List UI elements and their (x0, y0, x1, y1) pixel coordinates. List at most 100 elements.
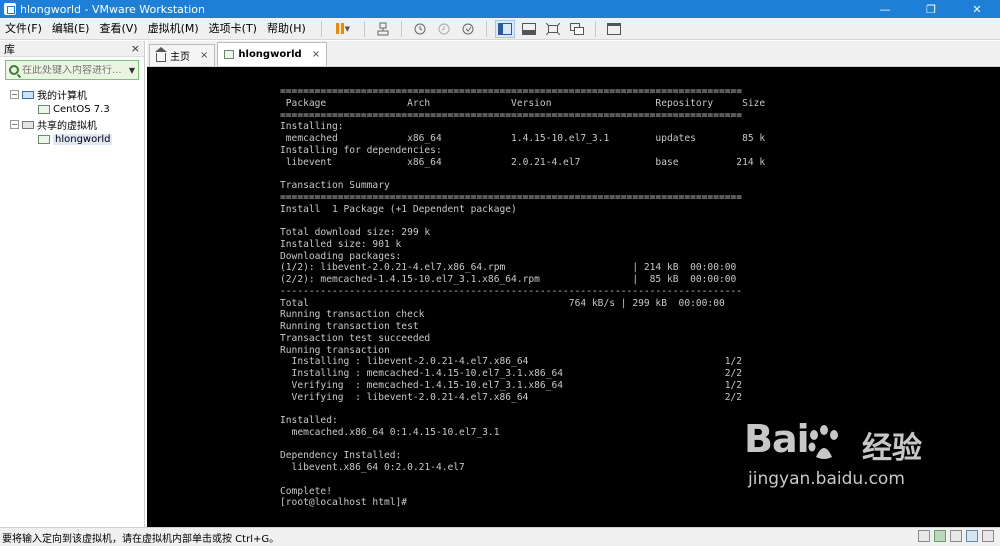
library-header: 库 × (0, 41, 144, 57)
tree-item-shared-vms[interactable]: − 共享的虚拟机 (0, 117, 144, 132)
vm-icon (224, 50, 235, 59)
terminal-line: Package Arch Version Repository Size (280, 97, 766, 109)
terminal-line: ----------------------------------------… (280, 285, 743, 297)
terminal-line: Running transaction check (280, 309, 425, 321)
tab-close-button[interactable]: × (312, 49, 320, 60)
snapshot-manager-icon (462, 23, 474, 34)
device-icons (918, 530, 994, 542)
terminal-line: (2/2): memcached-1.4.15-10.el7_3.1.x86_6… (280, 274, 737, 285)
restore-button[interactable]: ❐ (908, 0, 954, 18)
tab-label: 主页 (170, 52, 190, 63)
vmware-app-icon (4, 3, 16, 15)
pause-button[interactable]: ▼ (330, 20, 356, 38)
show-library-button[interactable] (494, 19, 515, 38)
unity-button[interactable] (567, 20, 587, 38)
fullscreen-icon (545, 22, 560, 35)
tab-close-button[interactable]: × (200, 50, 208, 61)
usb-icon[interactable] (950, 530, 962, 542)
toolbar-separator (320, 20, 322, 37)
menu-tabs[interactable]: 选项卡(T) (204, 18, 262, 40)
tree-item-hlongworld[interactable]: hlongworld (0, 132, 144, 147)
window-title: hlongworld - VMware Workstation (20, 2, 205, 16)
toolbar-separator (400, 20, 402, 37)
thumbnail-bar-button[interactable] (519, 20, 539, 38)
network-icon (377, 22, 389, 35)
menu-vm[interactable]: 虚拟机(M) (143, 18, 204, 40)
library-search[interactable]: ▼ (5, 60, 139, 80)
watermark-brand-suffix: 经验 (862, 431, 922, 466)
full-screen-button[interactable] (543, 20, 563, 38)
terminal-line: Transaction test succeeded (280, 332, 431, 344)
snapshot-revert-icon (438, 23, 450, 34)
menu-help[interactable]: 帮助(H) (262, 18, 311, 40)
terminal-line: Verifying : memcached-1.4.15-10.el7_3.1.… (280, 379, 743, 391)
console-view-button[interactable] (604, 20, 624, 38)
toolbar-separator (594, 20, 596, 37)
library-search-input[interactable] (22, 64, 122, 76)
terminal-line: ========================================… (280, 191, 743, 203)
tree-label: 共享的虚拟机 (37, 121, 97, 132)
terminal-line: Installing: (280, 121, 344, 133)
tab-hlongworld[interactable]: hlongworld × (217, 42, 328, 66)
vm-icon (38, 135, 50, 144)
terminal-line: Installed size: 901 k (280, 238, 402, 250)
terminal-line: Running transaction (280, 344, 390, 356)
terminal-line: Total download size: 299 k (280, 227, 431, 238)
tab-home[interactable]: 主页 × (149, 44, 216, 66)
pause-icon (335, 23, 344, 34)
toolbar-separator (363, 20, 365, 37)
close-window-button[interactable]: ✕ (954, 0, 1000, 18)
snapshot-manager-button[interactable] (458, 20, 478, 38)
menu-bar: 文件(F) 编辑(E) 查看(V) 虚拟机(M) 选项卡(T) 帮助(H) ▼ (0, 18, 1000, 40)
menu-edit[interactable]: 编辑(E) (47, 18, 95, 40)
computer-icon (22, 90, 34, 99)
snapshot-take-button[interactable] (410, 20, 430, 38)
menu-file[interactable]: 文件(F) (0, 18, 47, 40)
watermark-url: jingyan.baidu.com (748, 469, 905, 489)
snapshot-revert-button[interactable] (434, 20, 454, 38)
baidu-watermark: Bai 经验 jingyan.baidu.com (744, 417, 944, 497)
terminal-line: [root@localhost html]# (280, 497, 408, 509)
snapshot-icon (414, 23, 426, 34)
tree-label: CentOS 7.3 (53, 104, 110, 115)
collapse-icon[interactable]: − (10, 90, 19, 99)
toolbar: ▼ (315, 18, 626, 40)
terminal-line: Installing : memcached-1.4.15-10.el7_3.1… (280, 368, 743, 379)
hard-disk-icon[interactable] (918, 530, 930, 542)
thumbnail-view-icon (521, 22, 536, 35)
home-icon (155, 47, 167, 62)
terminal-line: Installing : libevent-2.0.21-4.el7.x86_6… (280, 356, 743, 368)
minimize-button[interactable]: — (862, 0, 908, 18)
terminal-line: Transaction Summary (280, 180, 390, 191)
display-icon[interactable] (982, 530, 994, 542)
vm-console[interactable]: ========================================… (147, 67, 1000, 527)
menu-view[interactable]: 查看(V) (94, 18, 142, 40)
tree-label: hlongworld (53, 134, 113, 145)
library-close-button[interactable]: × (131, 42, 140, 55)
status-bar: 要将输入定向到该虚拟机，请在虚拟机内部单击或按 Ctrl+G。 (0, 527, 1000, 546)
library-tree: − 我的计算机 CentOS 7.3 − 共享的虚拟机 hlongworld (0, 83, 144, 147)
send-ctrl-alt-del-button[interactable] (373, 20, 393, 38)
chevron-down-icon[interactable]: ▼ (129, 66, 135, 75)
unity-icon (569, 22, 584, 35)
terminal-line: libevent x86_64 2.0.21-4.el7 base 214 k (280, 156, 766, 168)
tree-item-my-computer[interactable]: − 我的计算机 (0, 87, 144, 102)
library-view-icon (497, 22, 512, 35)
network-adapter-icon[interactable] (934, 530, 946, 542)
status-message: 要将输入定向到该虚拟机，请在虚拟机内部单击或按 Ctrl+G。 (2, 533, 280, 545)
terminal-line: Total 764 kB/s | 299 kB 00:00:00 (280, 297, 725, 309)
watermark-brand: Bai (744, 417, 810, 461)
terminal-line: Verifying : libevent-2.0.21-4.el7.x86_64… (280, 391, 743, 403)
terminal-line: (1/2): libevent-2.0.21-4.el7.x86_64.rpm … (280, 262, 737, 274)
console-view-icon (606, 22, 621, 35)
library-title: 库 (4, 42, 15, 56)
sound-card-icon[interactable] (966, 530, 978, 542)
tab-strip: 主页 × hlongworld × (147, 41, 1000, 67)
collapse-icon[interactable]: − (10, 120, 19, 129)
toolbar-separator (485, 20, 487, 37)
shared-vms-icon (22, 120, 34, 129)
tree-item-centos[interactable]: CentOS 7.3 (0, 102, 144, 117)
